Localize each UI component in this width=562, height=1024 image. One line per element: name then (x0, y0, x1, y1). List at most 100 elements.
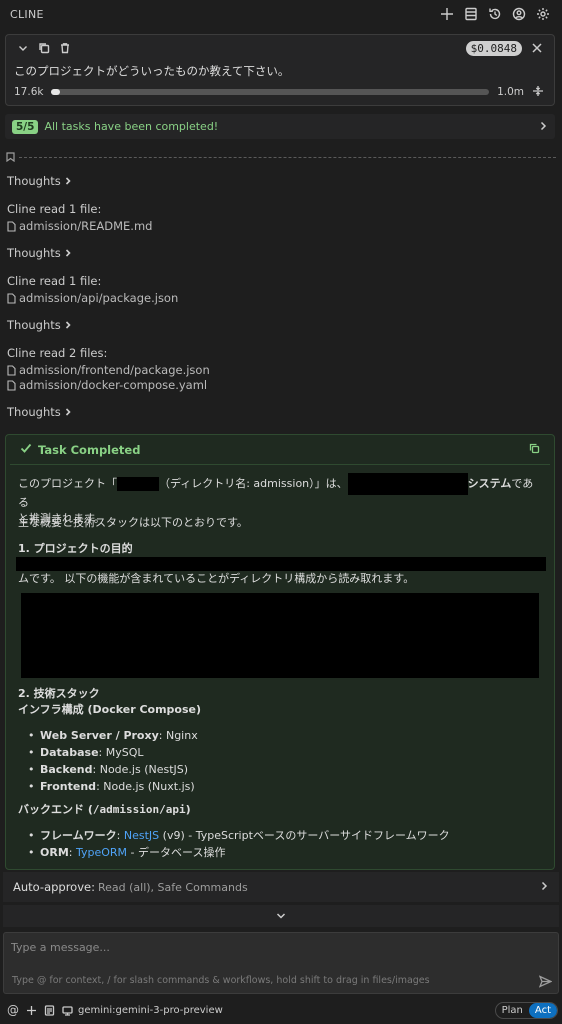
task-toolbar: $0.0848 (6, 35, 554, 61)
nestjs-link[interactable]: NestJS (124, 829, 159, 842)
mcp-servers-icon[interactable] (462, 5, 480, 23)
list-item: フレームワーク: NestJS (v9) - TypeScriptベースのサーバ… (18, 828, 542, 845)
task-cost-badge: $0.0848 (465, 40, 522, 56)
thoughts-label: Thoughts (7, 174, 61, 188)
read-tool-header: Cline read 1 file: (7, 202, 102, 216)
plan-mode-button[interactable]: Plan (496, 1003, 529, 1018)
task-completed-panel: Task Completed このプロジェクト「 （ディレクトリ名: admiss… (5, 434, 555, 870)
act-mode-button[interactable]: Act (528, 1002, 557, 1018)
overview-paragraph: 主な概要と技術スタックは以下のとおりです。 (18, 516, 248, 529)
redacted-block (117, 477, 159, 491)
checkpoint-dashes (19, 156, 556, 158)
chevron-right-icon (65, 321, 71, 329)
checkpoint-divider[interactable] (6, 152, 556, 162)
task-completed-body: このプロジェクト「 （ディレクトリ名: admission）」は、 システムである … (6, 465, 554, 862)
app-header: CLINE (0, 0, 562, 28)
chevron-down-icon (276, 913, 286, 919)
file-link[interactable]: admission/README.md (7, 219, 152, 233)
context-progress-fill (51, 89, 61, 95)
file-path: admission/README.md (19, 219, 153, 233)
file-link[interactable]: admission/frontend/package.json (7, 363, 210, 377)
plan-act-toggle[interactable]: Plan Act (494, 1001, 558, 1019)
list-item: Frontend: Node.js (Nuxt.js) (18, 779, 542, 796)
chevron-right-icon (65, 408, 71, 416)
thoughts-label: Thoughts (7, 318, 61, 332)
file-icon (7, 292, 16, 304)
file-path: admission/frontend/package.json (19, 363, 210, 377)
new-task-plus-icon[interactable] (438, 5, 456, 23)
task-text: このプロジェクトがどういったものか教えて下さい。 (14, 64, 290, 78)
thoughts-toggle[interactable]: Thoughts (7, 246, 72, 260)
auto-approve-bar[interactable]: Auto-approve: Read (all), Safe Commands (3, 872, 559, 902)
close-task-icon[interactable] (528, 39, 546, 57)
task-completed-title: Task Completed (38, 442, 141, 457)
send-icon[interactable] (538, 975, 553, 991)
context-used: 17.6k (14, 86, 44, 98)
section-heading-stack: 2. 技術スタック (18, 687, 100, 700)
settings-gear-icon[interactable] (534, 5, 552, 23)
list-item: Backend: Node.js (NestJS) (18, 762, 542, 779)
read-tool-header: Cline read 2 files: (7, 346, 108, 360)
bottom-toolbar: @ gemini:gemini-3-pro-preview Plan Act (0, 998, 562, 1022)
chevron-right-icon (538, 120, 548, 134)
task-completed-header: Task Completed (10, 435, 550, 465)
thoughts-label: Thoughts (7, 405, 61, 419)
context-progress-bar (51, 89, 490, 95)
task-progress-bar[interactable]: 5/5 All tasks have been completed! (5, 114, 555, 139)
context-window-row: 17.6k 1.0m (6, 81, 554, 103)
thoughts-label: Thoughts (7, 246, 61, 260)
file-path: admission/api/package.json (19, 291, 179, 305)
at-mention-icon[interactable]: @ (4, 1001, 22, 1019)
trash-icon[interactable] (56, 39, 74, 57)
purpose-paragraph: ムです。 以下の機能が含まれていることがディレクトリ構成から読み取れます。 (18, 572, 415, 585)
bookmark-icon (6, 152, 15, 162)
message-input[interactable] (11, 941, 541, 959)
account-icon[interactable] (510, 5, 528, 23)
file-icon (7, 379, 16, 391)
chevron-right-icon (65, 249, 71, 257)
file-link[interactable]: admission/docker-compose.yaml (7, 378, 207, 392)
read-tool-header: Cline read 1 file: (7, 274, 102, 288)
auto-approve-label: Auto-approve: (13, 880, 95, 894)
model-selector[interactable]: gemini:gemini-3-pro-preview (78, 1005, 223, 1016)
task-header: $0.0848 このプロジェクトがどういったものか教えて下さい。 17.6k 1… (5, 34, 555, 106)
typeorm-link[interactable]: TypeORM (76, 846, 127, 859)
redacted-block (16, 557, 546, 571)
rules-icon[interactable] (40, 1001, 58, 1019)
checkmark-icon (20, 442, 32, 457)
file-link[interactable]: admission/api/package.json (7, 291, 178, 305)
list-item: ORM: TypeORM - データベース操作 (18, 845, 542, 862)
file-icon (7, 364, 16, 376)
file-path: admission/docker-compose.yaml (19, 378, 208, 392)
copy-icon[interactable] (35, 39, 53, 57)
copy-icon[interactable] (529, 443, 540, 457)
thoughts-toggle[interactable]: Thoughts (7, 318, 72, 332)
thoughts-toggle[interactable]: Thoughts (7, 174, 72, 188)
redacted-block (21, 593, 539, 678)
model-icon[interactable] (58, 1001, 76, 1019)
collapse-chevron-icon[interactable] (14, 39, 32, 57)
backend-list: フレームワーク: NestJS (v9) - TypeScriptベースのサーバ… (18, 828, 542, 862)
list-item: Web Server / Proxy: Nginx (18, 728, 542, 745)
redacted-block (347, 473, 468, 495)
app-title: CLINE (10, 7, 44, 21)
task-progress-text: All tasks have been completed! (44, 120, 219, 133)
section-heading-purpose: 1. プロジェクトの目的 (18, 542, 133, 555)
context-max: 1.0m (497, 86, 524, 98)
input-hint: Type @ for context, / for slash commands… (12, 975, 430, 986)
scroll-to-bottom-button[interactable] (3, 905, 559, 927)
auto-approve-value: Read (all), Safe Commands (97, 880, 248, 894)
thoughts-toggle[interactable]: Thoughts (7, 405, 72, 419)
chevron-right-icon (65, 177, 71, 185)
history-icon[interactable] (486, 5, 504, 23)
subheading-backend: バックエンド (/admission/api) (18, 803, 191, 816)
compress-context-icon[interactable] (532, 85, 546, 99)
subheading-infra: インフラ構成 (Docker Compose) (18, 703, 202, 716)
file-icon (7, 220, 16, 232)
header-actions (438, 5, 552, 23)
chevron-right-icon (539, 880, 549, 894)
message-input-box: Type @ for context, / for slash commands… (3, 932, 559, 994)
summary-paragraph: このプロジェクト「 （ディレクトリ名: admission）」は、 システムである … (18, 473, 542, 525)
add-plus-icon[interactable] (22, 1001, 40, 1019)
task-count-badge: 5/5 (12, 119, 39, 134)
